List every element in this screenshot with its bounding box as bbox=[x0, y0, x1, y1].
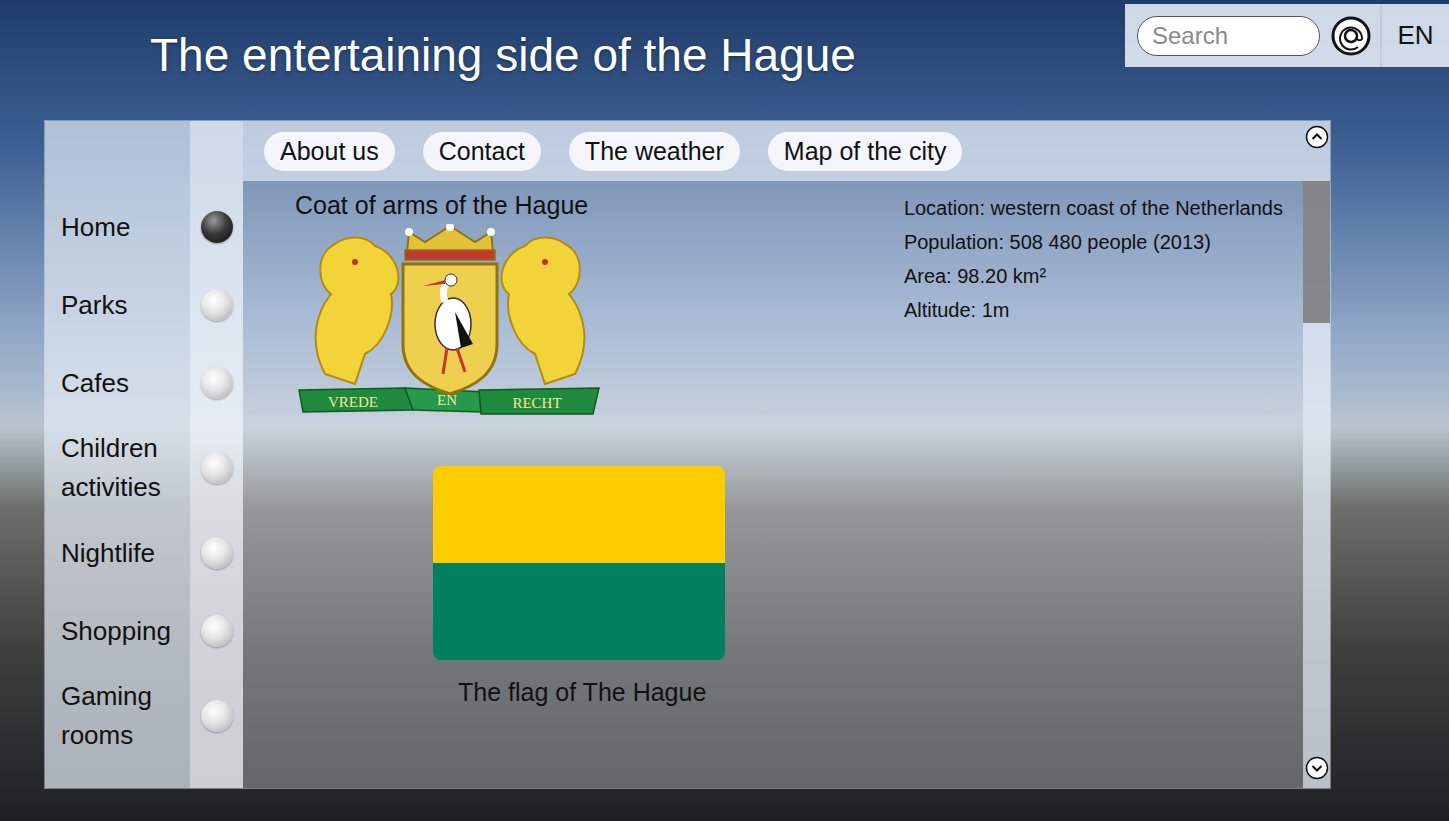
sidebar-item[interactable]: Nightlife bbox=[45, 521, 243, 585]
nav-button[interactable]: Contact bbox=[423, 132, 541, 171]
search-button[interactable] bbox=[1330, 15, 1372, 57]
sidebar: Home Parks Cafes Children activities Nightli… bbox=[45, 181, 243, 788]
radio-dot[interactable] bbox=[201, 537, 233, 569]
emblem-column: Coat of arms of the Hague VREDE EN RECHT The… bbox=[295, 191, 735, 788]
panel-corner bbox=[190, 121, 243, 181]
nav-button[interactable]: The weather bbox=[569, 132, 740, 171]
sidebar-item[interactable]: Gaming rooms bbox=[45, 677, 243, 755]
nav-button[interactable]: Map of the city bbox=[768, 132, 963, 171]
radio-dot[interactable] bbox=[201, 452, 233, 484]
sidebar-item[interactable]: Children activities bbox=[45, 429, 243, 507]
header: The entertaining side of the Hague EN bbox=[0, 0, 1449, 121]
main-panel: About us Contact The weather Map of the cit… bbox=[45, 121, 1330, 788]
radio-dot[interactable] bbox=[201, 211, 233, 243]
nav-button[interactable]: About us bbox=[264, 132, 395, 171]
info-line: Population: 508 480 people (2013) bbox=[904, 225, 1283, 259]
sidebar-label[interactable]: Parks bbox=[45, 286, 190, 325]
top-nav: About us Contact The weather Map of the cit… bbox=[243, 121, 1303, 181]
info-line: Altitude: 1m bbox=[904, 293, 1283, 327]
site-title: The entertaining side of the Hague bbox=[0, 0, 856, 82]
coat-of-arms: VREDE EN RECHT bbox=[295, 224, 735, 428]
scroll-down-button[interactable] bbox=[1303, 748, 1330, 788]
sidebar-label[interactable]: Cafes bbox=[45, 364, 190, 403]
radio-dot[interactable] bbox=[201, 367, 233, 399]
panel-corner bbox=[45, 121, 190, 181]
flag-stripe bbox=[433, 563, 725, 660]
sidebar-dot-wrap bbox=[190, 537, 243, 569]
motto-word: VREDE bbox=[328, 394, 378, 410]
sidebar-label[interactable]: Home bbox=[45, 208, 190, 247]
sidebar-item[interactable]: Cafes bbox=[45, 351, 243, 415]
scroll-track[interactable] bbox=[1303, 181, 1330, 748]
radio-dot[interactable] bbox=[201, 700, 233, 732]
sidebar-dot-wrap bbox=[190, 700, 243, 732]
sidebar-label[interactable]: Nightlife bbox=[45, 534, 190, 573]
scrollbar bbox=[1303, 121, 1330, 788]
sidebar-item[interactable]: Home bbox=[45, 195, 243, 259]
coat-of-arms-caption: Coat of arms of the Hague bbox=[295, 191, 735, 220]
sidebar-dot-wrap bbox=[190, 289, 243, 321]
search-field[interactable] bbox=[1137, 16, 1320, 56]
motto-word: RECHT bbox=[512, 395, 561, 411]
search-icon bbox=[1330, 15, 1372, 57]
flag-caption: The flag of The Hague bbox=[458, 678, 735, 707]
info-line: Location: western coast of the Netherlan… bbox=[904, 191, 1283, 225]
sidebar-dot-wrap bbox=[190, 452, 243, 484]
content-area: Coat of arms of the Hague VREDE EN RECHT The… bbox=[243, 181, 1303, 788]
sidebar-dot-wrap bbox=[190, 367, 243, 399]
scroll-up-button[interactable] bbox=[1303, 121, 1330, 181]
radio-dot[interactable] bbox=[201, 615, 233, 647]
motto-word: EN bbox=[437, 392, 457, 408]
chevron-down-icon bbox=[1305, 756, 1329, 780]
sidebar-label[interactable]: Gaming rooms bbox=[45, 677, 190, 755]
sidebar-item[interactable]: Shopping bbox=[45, 599, 243, 663]
radio-dot[interactable] bbox=[201, 289, 233, 321]
flag bbox=[433, 466, 725, 660]
sidebar-item[interactable]: Parks bbox=[45, 273, 243, 337]
city-info: Location: western coast of the Netherlan… bbox=[904, 191, 1283, 788]
coat-of-arms-icon: VREDE EN RECHT bbox=[295, 224, 605, 424]
info-line: Area: 98.20 km² bbox=[904, 259, 1283, 293]
language-switch[interactable]: EN bbox=[1380, 4, 1449, 67]
sidebar-list: Home Parks Cafes Children activities Nightli… bbox=[45, 181, 243, 788]
sidebar-dot-wrap bbox=[190, 211, 243, 243]
sidebar-dot-wrap bbox=[190, 615, 243, 647]
scroll-thumb[interactable] bbox=[1303, 181, 1330, 323]
sidebar-label[interactable]: Shopping bbox=[45, 612, 190, 651]
chevron-up-icon bbox=[1305, 125, 1329, 149]
search-panel: EN bbox=[1125, 4, 1449, 67]
sidebar-label[interactable]: Children activities bbox=[45, 429, 190, 507]
flag-stripe bbox=[433, 466, 725, 563]
